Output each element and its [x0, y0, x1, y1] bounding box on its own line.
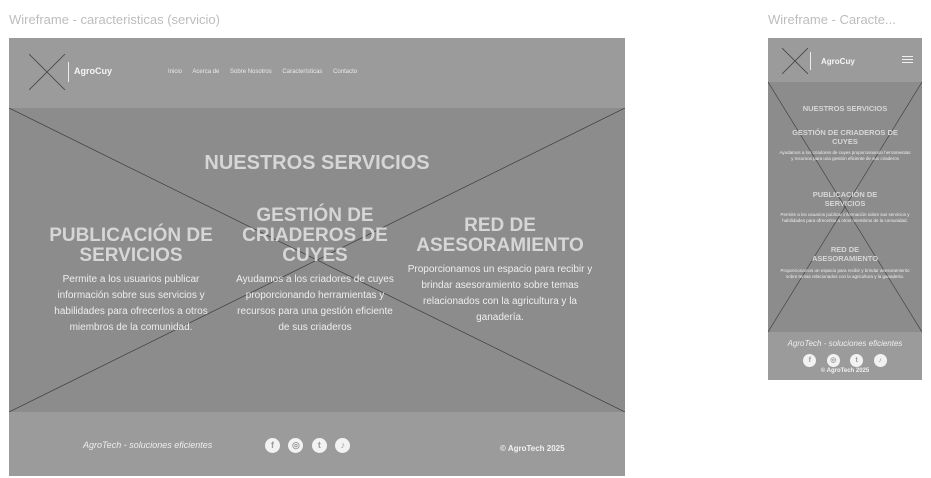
- desktop-header: AgroCuy Inicio Acerca de Sobre Nosotros …: [9, 38, 625, 108]
- hamburger-menu-icon[interactable]: [902, 56, 913, 65]
- mobile-footer: AgroTech - soluciones eficientes f ◎ t ♪…: [768, 332, 922, 380]
- instagram-icon[interactable]: ◎: [288, 438, 304, 454]
- section-title: NUESTROS SERVICIOS: [802, 104, 888, 113]
- twitter-icon[interactable]: t: [311, 438, 327, 454]
- mobile-header: AgroCuy: [768, 38, 922, 82]
- mobile-frame-label: Wireframe - Caracte...: [768, 12, 896, 27]
- service-description: Permite a los usuarios publicar informac…: [54, 274, 208, 333]
- copyright: © AgroTech 2025: [820, 368, 870, 374]
- brand-name[interactable]: AgroCuy: [821, 57, 855, 66]
- instagram-icon[interactable]: ◎: [826, 354, 840, 368]
- tiktok-icon[interactable]: ♪: [335, 438, 351, 454]
- twitter-icon[interactable]: t: [850, 354, 864, 368]
- footer-tagline: AgroTech - soluciones eficientes: [83, 440, 213, 450]
- logo-placeholder-icon: [782, 48, 808, 74]
- service-title: PUBLICACIÓN DE SERVICIOS: [812, 190, 878, 208]
- logo-placeholder-icon: [29, 54, 65, 90]
- service-title: RED DE ASESORAMIENTO: [811, 245, 879, 263]
- mobile-wireframe: AgroCuy NUESTROS SERVICIOS GESTIÓN DE CR…: [768, 38, 922, 380]
- nav-item-inicio[interactable]: Inicio: [168, 69, 182, 75]
- nav-item-acerca-de[interactable]: Acerca de: [192, 69, 219, 75]
- desktop-footer: AgroTech - soluciones eficientes f ◎ t ♪…: [9, 412, 625, 476]
- tiktok-icon[interactable]: ♪: [873, 354, 887, 368]
- copyright: © AgroTech 2025: [500, 444, 565, 453]
- services-section: NUESTROS SERVICIOS GESTIÓN DE CRIADEROS …: [768, 82, 922, 332]
- service-description: Ayudamos a los criadores de cuyes propor…: [779, 150, 911, 161]
- facebook-icon[interactable]: f: [803, 354, 817, 368]
- service-description: Proporcionamos un espacio para recibir y…: [780, 268, 910, 279]
- service-card-gestion: GESTIÓN DE CRIADEROS DE CUYES Ayudamos a…: [235, 206, 395, 336]
- service-description: Permite a los usuarios publicar informac…: [780, 212, 910, 223]
- service-card-asesoramiento: RED DE ASESORAMIENTO Proporcionamos un e…: [407, 216, 593, 326]
- desktop-wireframe: AgroCuy Inicio Acerca de Sobre Nosotros …: [9, 38, 625, 476]
- service-description: Proporcionamos un espacio para recibir y…: [407, 264, 593, 323]
- service-title: GESTIÓN DE CRIADEROS DE CUYES: [792, 128, 898, 146]
- service-description: Ayudamos a los criadores de cuyes propor…: [236, 274, 394, 333]
- nav-item-caracteristicas[interactable]: Características: [282, 69, 322, 75]
- nav-item-contacto[interactable]: Contacto: [333, 69, 357, 75]
- service-title: PUBLICACIÓN DE SERVICIOS: [49, 225, 213, 266]
- logo-divider: [810, 52, 811, 70]
- service-title: GESTIÓN DE CRIADEROS DE CUYES: [242, 205, 388, 266]
- service-card-publicacion: PUBLICACIÓN DE SERVICIOS Permite a los u…: [39, 226, 223, 336]
- facebook-icon[interactable]: f: [265, 438, 280, 454]
- service-title: RED DE ASESORAMIENTO: [416, 215, 584, 256]
- social-links: f ◎ t ♪: [265, 437, 354, 455]
- desktop-frame-label: Wireframe - caracteristicas (servicio): [9, 12, 220, 27]
- footer-tagline: AgroTech - soluciones eficientes: [787, 339, 903, 348]
- nav-item-sobre-nosotros[interactable]: Sobre Nosotros: [230, 69, 272, 75]
- main-nav: Inicio Acerca de Sobre Nosotros Caracter…: [168, 69, 366, 75]
- section-title: NUESTROS SERVICIOS: [204, 152, 430, 174]
- brand-name[interactable]: AgroCuy: [74, 66, 112, 76]
- logo-divider: [68, 62, 69, 82]
- services-section: NUESTROS SERVICIOS PUBLICACIÓN DE SERVIC…: [9, 108, 625, 412]
